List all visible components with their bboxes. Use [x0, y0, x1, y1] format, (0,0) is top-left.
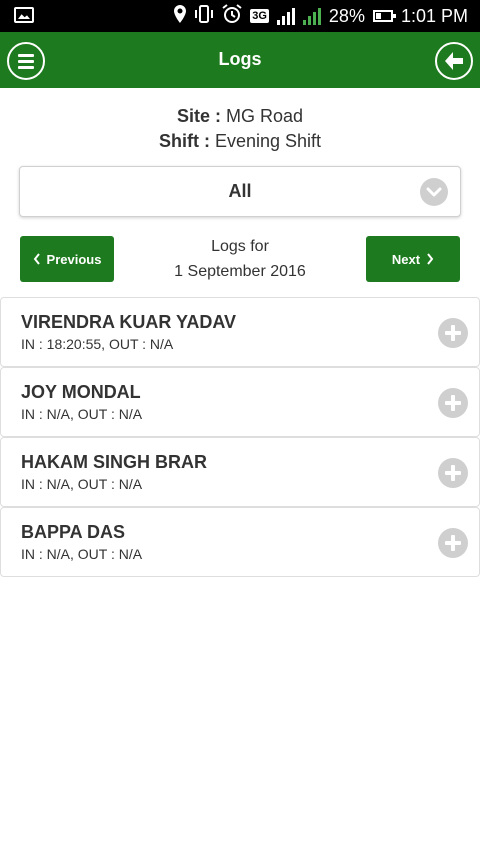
site-info: Site : MG Road Shift : Evening Shift: [0, 104, 480, 154]
arrow-left-icon: [445, 52, 463, 70]
log-list: VIRENDRA KUAR YADAV IN : 18:20:55, OUT :…: [0, 297, 480, 577]
employee-times: IN : N/A, OUT : N/A: [21, 546, 143, 562]
employee-name: BAPPA DAS: [21, 522, 126, 542]
chevron-down-icon: [420, 178, 448, 206]
status-bar: 3G 28% 1:01 PM: [0, 0, 480, 32]
logs-date-display: Logs for 1 September 2016: [130, 234, 350, 284]
list-item[interactable]: JOY MONDAL IN : N/A, OUT : N/A: [0, 367, 480, 437]
logs-date: 1 September 2016: [174, 263, 306, 280]
shift-label: Shift :: [158, 131, 210, 151]
plus-icon[interactable]: [438, 528, 468, 558]
app-bar: Logs: [0, 32, 480, 88]
signal-sim1-icon: [276, 7, 295, 25]
employee-times: IN : N/A, OUT : N/A: [21, 476, 143, 492]
plus-icon[interactable]: [438, 458, 468, 488]
image-icon: [14, 7, 34, 23]
back-button[interactable]: [435, 42, 473, 80]
site-line: Site : MG Road: [0, 104, 480, 129]
filter-selected-value: All: [228, 181, 252, 201]
list-item[interactable]: BAPPA DAS IN : N/A, OUT : N/A: [0, 507, 480, 577]
previous-label: Previous: [46, 251, 102, 267]
next-button[interactable]: Next: [366, 236, 460, 282]
clock: 1:01 PM: [400, 5, 468, 26]
chevron-right-icon: [427, 253, 434, 265]
chevron-left-icon: [33, 253, 40, 265]
list-item[interactable]: HAKAM SINGH BRAR IN : N/A, OUT : N/A: [0, 437, 480, 507]
employee-name: JOY MONDAL: [21, 382, 141, 402]
vibrate-icon: [194, 4, 214, 28]
alarm-icon: [222, 3, 242, 29]
location-icon: [174, 4, 187, 28]
plus-icon[interactable]: [438, 388, 468, 418]
employee-name: VIRENDRA KUAR YADAV: [21, 312, 237, 332]
next-label: Next: [391, 251, 421, 267]
network-3g-icon: 3G: [250, 9, 269, 23]
plus-icon[interactable]: [438, 318, 468, 348]
employee-times: IN : 18:20:55, OUT : N/A: [21, 336, 174, 352]
employee-name: HAKAM SINGH BRAR: [21, 452, 207, 472]
page-title: Logs: [218, 49, 262, 69]
shift-line: Shift : Evening Shift: [0, 129, 480, 154]
filter-dropdown[interactable]: All: [19, 166, 461, 217]
employee-times: IN : N/A, OUT : N/A: [21, 406, 143, 422]
status-icons: 3G 28% 1:01 PM: [174, 0, 468, 32]
shift-value: Evening Shift: [214, 131, 322, 151]
signal-sim2-icon: [302, 7, 321, 25]
site-value: MG Road: [226, 106, 304, 126]
battery-percent: 28%: [328, 5, 365, 26]
logs-for-label: Logs for: [211, 238, 269, 255]
previous-button[interactable]: Previous: [20, 236, 114, 282]
battery-icon: [372, 10, 396, 22]
list-item[interactable]: VIRENDRA KUAR YADAV IN : 18:20:55, OUT :…: [0, 297, 480, 367]
site-label: Site :: [176, 106, 221, 126]
